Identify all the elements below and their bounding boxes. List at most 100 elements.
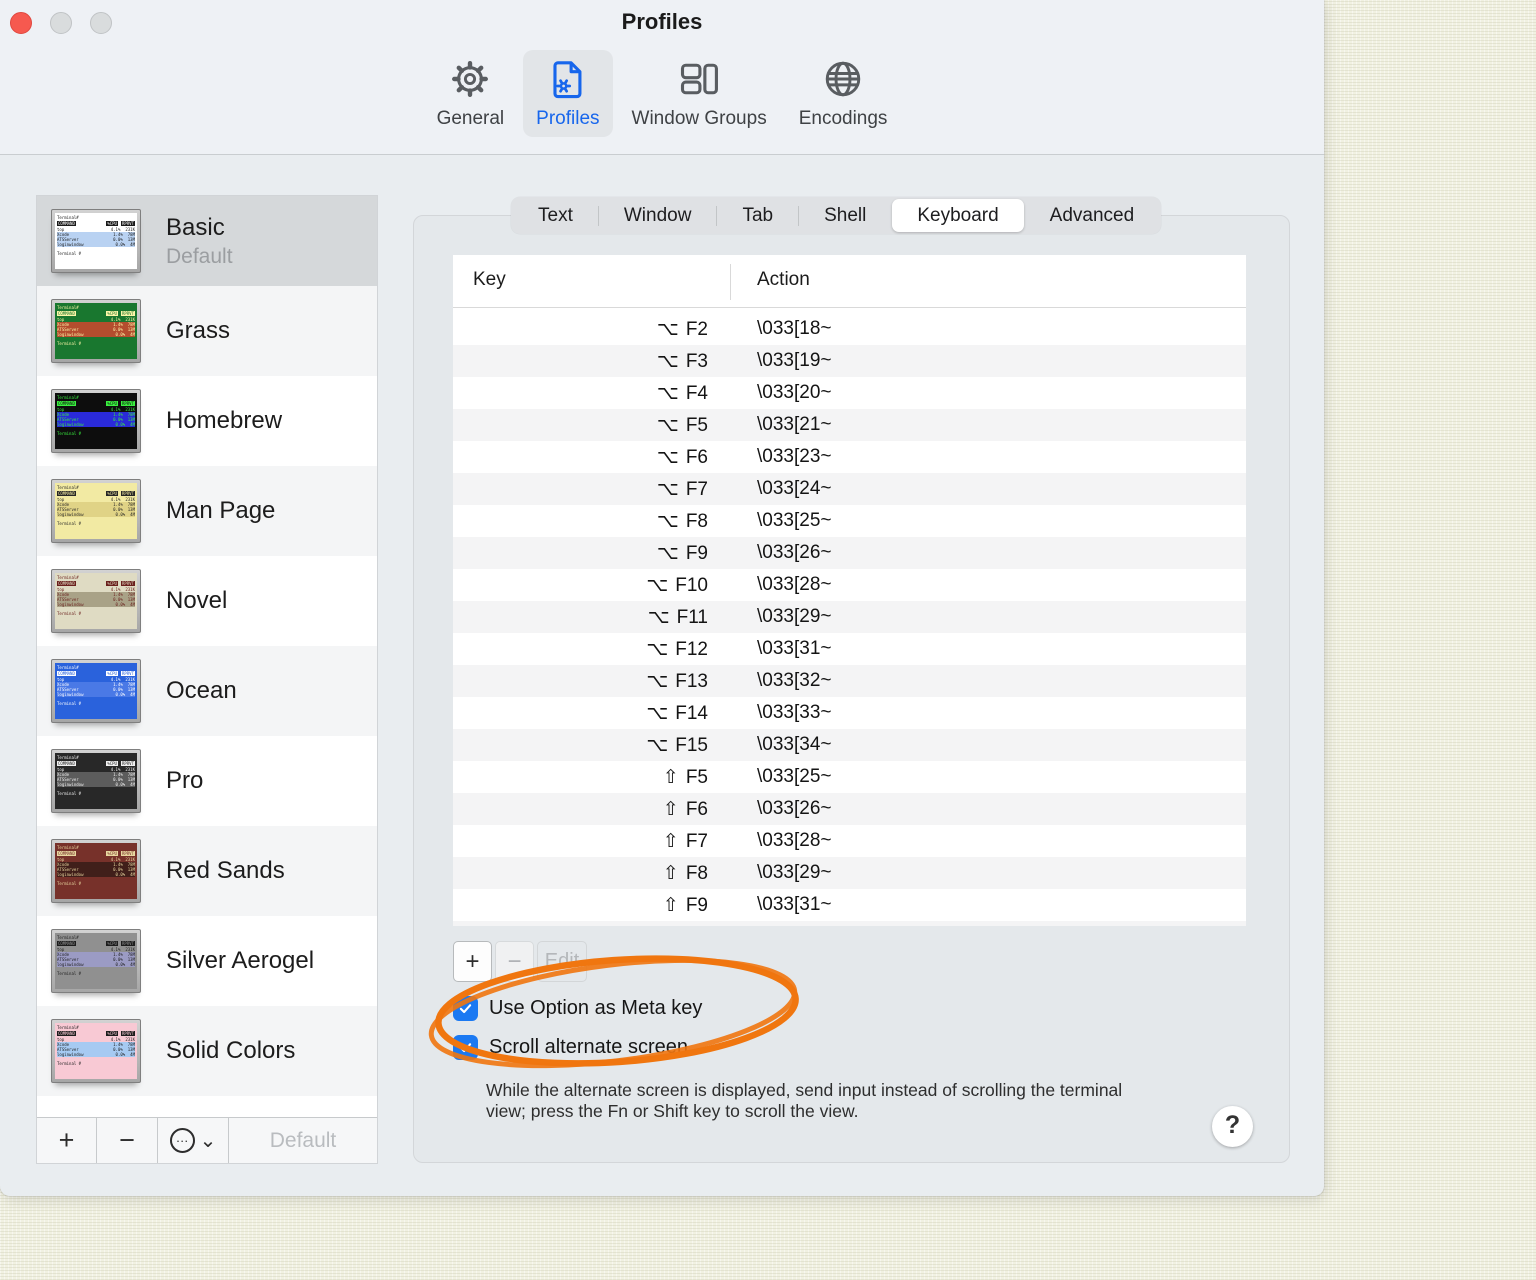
key-mapping-row[interactable]: ⌥ F12 \033[31~	[453, 633, 1246, 665]
profile-item-red-sands[interactable]: Terminal# COMMAND %CPU RPRVT top 4.1% 231K Xcod…	[37, 826, 377, 916]
key-mapping-row[interactable]: ⇧ F5 \033[25~	[453, 761, 1246, 793]
profile-text: Grass	[166, 317, 230, 345]
key-mapping-row[interactable]: ⇧ F7 \033[28~	[453, 825, 1246, 857]
tab-advanced[interactable]: Advanced	[1025, 199, 1160, 232]
action-cell: \033[25~	[757, 510, 832, 531]
key-name: F6	[685, 446, 708, 468]
tab-label: Advanced	[1049, 205, 1135, 226]
profile-thumbnail-screen: Terminal# COMMAND %CPU RPRVT top 4.1% 231K Xcod…	[55, 933, 137, 989]
key-mapping-row[interactable]: ⇧ F8 \033[29~	[453, 857, 1246, 889]
key-cell: ⌥ F11	[453, 606, 730, 629]
key-name: F8	[685, 510, 708, 532]
table-body: ⌥ F2 \033[18~ ⌥ F3 \033[19~ ⌥ F4 \033[20~ ⌥…	[453, 308, 1246, 921]
profiles-document-icon	[546, 57, 590, 106]
key-mapping-row[interactable]: ⌥ F8 \033[25~	[453, 505, 1246, 537]
key-mapping-row[interactable]: ⌥ F9 \033[26~	[453, 537, 1246, 569]
action-cell: \033[26~	[757, 798, 832, 819]
profile-item-pro[interactable]: Terminal# COMMAND %CPU RPRVT top 4.1% 231K Xcod…	[37, 736, 377, 826]
edit-mapping-button[interactable]: Edit	[537, 941, 587, 982]
set-default-button[interactable]: Default	[229, 1118, 377, 1163]
profile-item-silver-aerogel[interactable]: Terminal# COMMAND %CPU RPRVT top 4.1% 231K Xcod…	[37, 916, 377, 1006]
key-mapping-row[interactable]: ⌥ F4 \033[20~	[453, 377, 1246, 409]
toolbar-item-window-groups[interactable]: Window Groups	[619, 50, 780, 137]
profile-name: Basic	[166, 213, 225, 241]
toolbar-item-label: Profiles	[536, 108, 600, 129]
modifier-glyph: ⌥	[656, 350, 679, 372]
profile-item-man-page[interactable]: Terminal# COMMAND %CPU RPRVT top 4.1% 231K Xcod…	[37, 466, 377, 556]
checkbox-checked-icon[interactable]	[453, 1035, 478, 1060]
checkbox-label: Use Option as Meta key	[489, 997, 703, 1019]
action-cell: \033[34~	[757, 734, 832, 755]
profile-text: Basic Default	[166, 214, 233, 269]
add-profile-button[interactable]: +	[37, 1118, 97, 1163]
key-mapping-row[interactable]: ⌥ F14 \033[33~	[453, 697, 1246, 729]
modifier-glyph: ⌥	[646, 670, 669, 692]
key-mapping-row[interactable]: ⌥ F15 \033[34~	[453, 729, 1246, 761]
key-name: F7	[685, 478, 708, 500]
help-button[interactable]: ?	[1212, 1106, 1253, 1147]
key-mapping-row[interactable]: ⌥ F6 \033[23~	[453, 441, 1246, 473]
toolbar-item-label: Encodings	[798, 108, 888, 129]
toolbar-item-profiles[interactable]: Profiles	[523, 50, 613, 137]
key-cell: ⌥ F3	[453, 350, 730, 373]
key-cell: ⇧ F5	[453, 766, 730, 789]
key-mapping-row[interactable]: ⌥ F5 \033[21~	[453, 409, 1246, 441]
checkbox-checked-icon[interactable]	[453, 996, 478, 1021]
more-options-button[interactable]: … ⌄	[158, 1118, 229, 1163]
column-header-action: Action	[757, 269, 810, 290]
key-mapping-row[interactable]: ⌥ F11 \033[29~	[453, 601, 1246, 633]
profiles-sidebar: Terminal# COMMAND %CPU RPRVT top 4.1% 231K Xcod…	[37, 196, 377, 1163]
toolbar-item-label: Window Groups	[631, 108, 767, 129]
profile-item-novel[interactable]: Terminal# COMMAND %CPU RPRVT top 4.1% 231K Xcod…	[37, 556, 377, 646]
profile-thumbnail-screen: Terminal# COMMAND %CPU RPRVT top 4.1% 231K Xcod…	[55, 843, 137, 899]
key-mapping-row[interactable]: ⌥ F13 \033[32~	[453, 665, 1246, 697]
checkbox-use-option-as-meta-key[interactable]: Use Option as Meta key	[453, 996, 702, 1021]
profile-thumbnail: Terminal# COMMAND %CPU RPRVT top 4.1% 231K Xcod…	[51, 659, 141, 723]
profile-item-homebrew[interactable]: Terminal# COMMAND %CPU RPRVT top 4.1% 231K Xcod…	[37, 376, 377, 466]
profile-item-basic[interactable]: Terminal# COMMAND %CPU RPRVT top 4.1% 231K Xcod…	[37, 196, 377, 286]
modifier-glyph: ⌥	[656, 510, 679, 532]
tab-window[interactable]: Window	[599, 199, 717, 232]
tab-shell[interactable]: Shell	[799, 199, 891, 232]
modifier-glyph: ⇧	[662, 766, 679, 788]
column-divider	[730, 264, 731, 300]
toolbar-item-label: General	[436, 108, 505, 129]
profile-name: Homebrew	[166, 407, 283, 434]
key-mapping-row[interactable]: ⌥ F3 \033[19~	[453, 345, 1246, 377]
action-cell: \033[20~	[757, 382, 832, 403]
key-name: F9	[685, 542, 708, 564]
remove-mapping-button[interactable]: −	[495, 941, 534, 982]
profile-name: Silver Aerogel	[166, 947, 315, 974]
key-mapping-row[interactable]: ⌥ F2 \033[18~	[453, 313, 1246, 345]
profile-thumbnail-screen: Terminal# COMMAND %CPU RPRVT top 4.1% 231K Xcod…	[55, 1023, 137, 1079]
tab-text[interactable]: Text	[513, 199, 598, 232]
tab-tab[interactable]: Tab	[717, 199, 798, 232]
key-mapping-row[interactable]: ⇧ F6 \033[26~	[453, 793, 1246, 825]
modifier-glyph: ⌥	[646, 638, 669, 660]
chevron-down-icon: ⌄	[199, 1129, 217, 1152]
key-cell: ⌥ F8	[453, 510, 730, 533]
tab-label: Text	[538, 205, 573, 226]
add-mapping-button[interactable]: +	[453, 941, 492, 982]
key-cell: ⇧ F6	[453, 798, 730, 821]
action-cell: \033[31~	[757, 894, 832, 915]
tab-keyboard[interactable]: Keyboard	[892, 199, 1024, 232]
remove-profile-button[interactable]: −	[97, 1118, 158, 1163]
action-cell: \033[25~	[757, 766, 832, 787]
profile-item-ocean[interactable]: Terminal# COMMAND %CPU RPRVT top 4.1% 231K Xcod…	[37, 646, 377, 736]
profile-item-solid-colors[interactable]: Terminal# COMMAND %CPU RPRVT top 4.1% 231K Xcod…	[37, 1006, 377, 1096]
profile-thumbnail-screen: Terminal# COMMAND %CPU RPRVT top 4.1% 231K Xcod…	[55, 393, 137, 449]
key-mapping-row[interactable]: ⌥ F10 \033[28~	[453, 569, 1246, 601]
profile-name: Grass	[166, 317, 231, 344]
toolbar-item-encodings[interactable]: Encodings	[786, 50, 901, 137]
preferences-toolbar: General Profiles Window Groups Encodings	[0, 50, 1324, 137]
profile-text: Solid Colors	[166, 1037, 295, 1065]
tab-label: Window	[623, 205, 692, 226]
key-name: F5	[685, 766, 708, 788]
key-mapping-row[interactable]: ⇧ F9 \033[31~	[453, 889, 1246, 921]
key-mapping-row[interactable]: ⌥ F7 \033[24~	[453, 473, 1246, 505]
profile-item-grass[interactable]: Terminal# COMMAND %CPU RPRVT top 4.1% 231K Xcod…	[37, 286, 377, 376]
checkbox-scroll-alternate-screen[interactable]: Scroll alternate screen	[453, 1035, 702, 1060]
toolbar-item-general[interactable]: General	[424, 50, 518, 137]
key-cell: ⇧ F7	[453, 830, 730, 853]
